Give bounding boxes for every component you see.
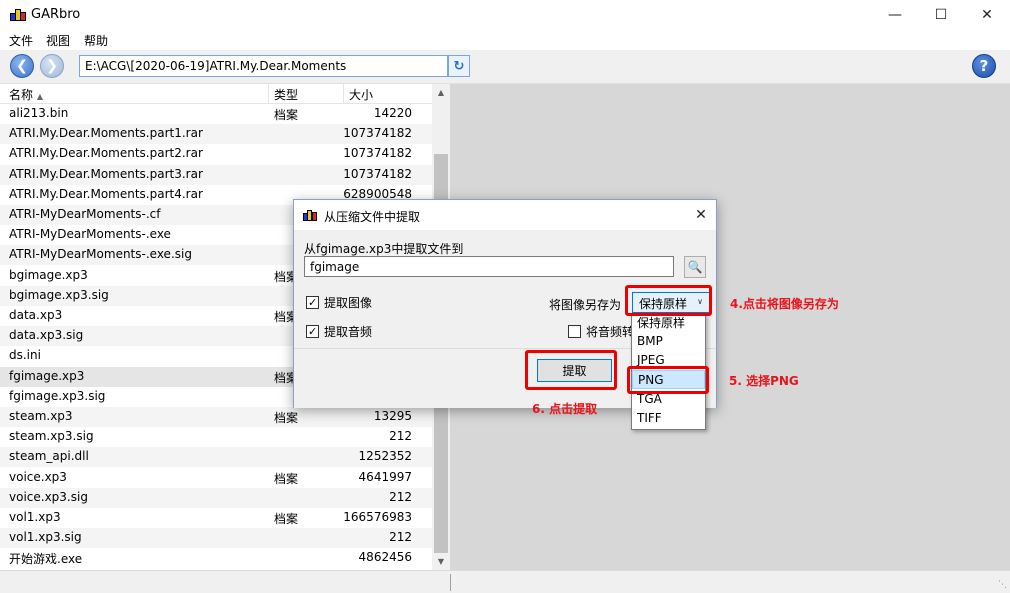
file-name: ATRI.My.Dear.Moments.part3.rar bbox=[9, 166, 203, 181]
back-arrow-icon[interactable]: ❮ bbox=[10, 54, 34, 78]
file-type: 档案 bbox=[274, 108, 299, 122]
file-name: bgimage.xp3.sig bbox=[9, 287, 109, 302]
garbro-logo-icon bbox=[303, 210, 318, 221]
file-name: voice.xp3 bbox=[9, 469, 67, 484]
extract-audio-checkbox[interactable]: 提取音频 bbox=[306, 323, 372, 340]
file-size: 107374182 bbox=[343, 166, 412, 181]
dialog-close-icon[interactable]: ✕ bbox=[691, 205, 711, 225]
file-row[interactable]: vol1.xp3.sig 212 bbox=[0, 528, 432, 549]
column-name[interactable]: 名称 ▲ bbox=[9, 86, 43, 103]
refresh-icon[interactable]: ↻ bbox=[448, 55, 470, 77]
annotation-box-png bbox=[627, 366, 709, 394]
file-size: 1252352 bbox=[358, 449, 412, 464]
file-size: 13295 bbox=[373, 409, 412, 423]
file-size: 166576983 bbox=[343, 510, 412, 524]
checkbox-unchecked-icon[interactable] bbox=[568, 325, 581, 338]
destination-label: 从fgimage.xp3中提取文件到 bbox=[304, 242, 464, 256]
file-name: vol1.xp3.sig bbox=[9, 530, 82, 545]
scroll-up-icon[interactable]: ▲ bbox=[432, 84, 450, 101]
file-size: 4641997 bbox=[358, 469, 412, 484]
file-row[interactable]: vol1.xp3 档案 166576983 bbox=[0, 508, 432, 528]
browse-folder-icon[interactable]: 🔍 bbox=[684, 256, 706, 278]
annotation-step4: 4.点击将图像另存为 bbox=[730, 297, 839, 311]
file-name: ATRI-MyDearMoments-.cf bbox=[9, 207, 161, 221]
format-option[interactable]: BMP bbox=[632, 332, 705, 351]
file-name: ATRI.My.Dear.Moments.part1.rar bbox=[9, 126, 203, 141]
help-icon[interactable]: ? bbox=[972, 54, 996, 78]
file-name: fgimage.xp3.sig bbox=[9, 388, 106, 403]
scroll-down-icon[interactable]: ▼ bbox=[432, 553, 450, 570]
file-size: 212 bbox=[389, 489, 412, 504]
list-header: 名称 ▲ 类型 大小 bbox=[0, 84, 432, 104]
window-title: GARbro bbox=[31, 7, 81, 22]
file-row[interactable]: steam.xp3 档案 13295 bbox=[0, 407, 432, 427]
file-type: 档案 bbox=[274, 411, 299, 425]
extract-images-checkbox[interactable]: 提取图像 bbox=[306, 294, 372, 311]
file-row[interactable]: voice.xp3.sig 212 bbox=[0, 487, 432, 508]
file-name: 开始游戏.exe bbox=[9, 552, 83, 567]
format-option[interactable]: 保持原样 bbox=[632, 314, 705, 330]
file-name: ds.ini bbox=[9, 348, 41, 363]
file-name: ATRI.My.Dear.Moments.part4.rar bbox=[9, 186, 203, 201]
menu-file[interactable]: 文件 bbox=[9, 32, 33, 49]
file-name: steam.xp3 bbox=[9, 409, 73, 423]
dialog-title-bar: 从压缩文件中提取 ✕ bbox=[294, 200, 716, 230]
forward-arrow-icon[interactable]: ❯ bbox=[40, 54, 64, 78]
file-name: ATRI-MyDearMoments-.exe bbox=[9, 227, 171, 242]
file-size: 107374182 bbox=[343, 126, 412, 141]
sort-ascending-icon: ▲ bbox=[36, 92, 43, 101]
file-name: steam_api.dll bbox=[9, 449, 89, 464]
file-name: data.xp3.sig bbox=[9, 328, 84, 343]
file-name: vol1.xp3 bbox=[9, 510, 61, 524]
column-type[interactable]: 类型 bbox=[274, 86, 298, 103]
file-row[interactable]: ali213.bin 档案 14220 bbox=[0, 104, 432, 124]
file-row[interactable]: ATRI.My.Dear.Moments.part3.rar 107374182 bbox=[0, 164, 432, 185]
column-size[interactable]: 大小 bbox=[349, 86, 373, 103]
resize-grip-icon[interactable]: ⋱ bbox=[998, 580, 1007, 590]
file-type: 档案 bbox=[274, 512, 299, 526]
menu-view[interactable]: 视图 bbox=[46, 32, 70, 49]
file-row[interactable]: steam.xp3.sig 212 bbox=[0, 427, 432, 448]
annotation-step5: 5. 选择PNG bbox=[729, 374, 799, 388]
file-row[interactable]: voice.xp3 档案 4641997 bbox=[0, 467, 432, 488]
menu-bar: 文件 视图 帮助 bbox=[0, 30, 1010, 50]
file-row[interactable]: ATRI.My.Dear.Moments.part2.rar 107374182 bbox=[0, 144, 432, 165]
destination-input[interactable] bbox=[304, 256, 674, 277]
file-type: 档案 bbox=[274, 471, 299, 486]
file-name: ATRI-MyDearMoments-.exe.sig bbox=[9, 247, 192, 262]
format-option[interactable]: TIFF bbox=[632, 409, 705, 428]
file-row[interactable]: ATRI.My.Dear.Moments.part1.rar 107374182 bbox=[0, 124, 432, 145]
title-bar: GARbro — ☐ ✕ bbox=[0, 0, 1010, 30]
garbro-logo-icon bbox=[10, 9, 27, 21]
annotation-step6: 6. 点击提取 bbox=[532, 402, 598, 416]
file-size: 14220 bbox=[373, 106, 412, 120]
status-bar: ⋱ bbox=[0, 570, 1010, 593]
file-name: voice.xp3.sig bbox=[9, 489, 88, 504]
toolbar: ❮ ❯ ↻ ? bbox=[0, 50, 1010, 84]
file-size: 212 bbox=[389, 530, 412, 545]
menu-help[interactable]: 帮助 bbox=[84, 32, 108, 49]
file-name: fgimage.xp3 bbox=[9, 368, 85, 383]
dialog-title: 从压缩文件中提取 bbox=[324, 210, 421, 224]
annotation-box-save-as bbox=[625, 285, 712, 316]
annotation-box-extract bbox=[525, 350, 617, 390]
file-row[interactable]: 开始游戏.exe 4862456 bbox=[0, 548, 432, 569]
file-name: ali213.bin bbox=[9, 106, 69, 120]
file-name: bgimage.xp3 bbox=[9, 267, 88, 282]
path-input[interactable] bbox=[79, 55, 448, 77]
checkbox-checked-icon[interactable] bbox=[306, 325, 319, 338]
close-button[interactable]: ✕ bbox=[964, 0, 1010, 30]
checkbox-checked-icon[interactable] bbox=[306, 296, 319, 309]
file-size: 212 bbox=[389, 429, 412, 444]
save-image-as-label: 将图像另存为 bbox=[549, 298, 622, 312]
file-size: 4862456 bbox=[358, 550, 412, 565]
file-name: data.xp3 bbox=[9, 308, 63, 322]
maximize-button[interactable]: ☐ bbox=[918, 0, 964, 30]
file-name: ATRI.My.Dear.Moments.part2.rar bbox=[9, 146, 203, 161]
file-row[interactable]: steam_api.dll 1252352 bbox=[0, 447, 432, 468]
minimize-button[interactable]: — bbox=[872, 0, 918, 30]
file-size: 107374182 bbox=[343, 146, 412, 161]
file-name: steam.xp3.sig bbox=[9, 429, 94, 444]
